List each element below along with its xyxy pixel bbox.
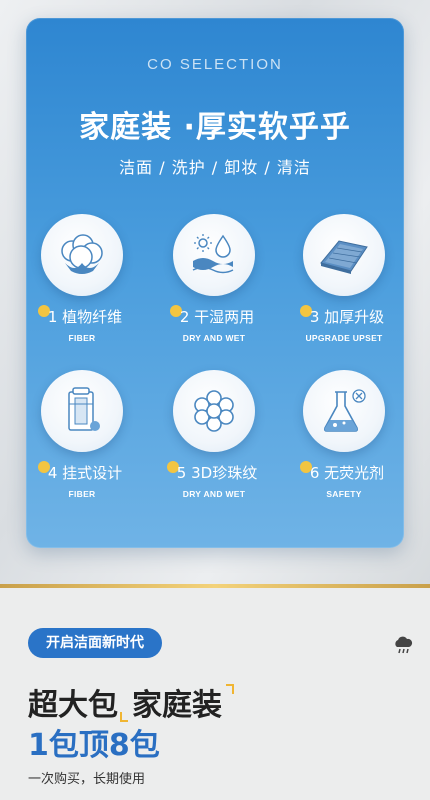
bracket-corner: [226, 684, 234, 694]
feature-title-6: 6 无荧光剂: [309, 464, 385, 482]
feature-title-3: 3 加厚升级: [309, 308, 385, 326]
feature-title-2: 2 干湿两用: [179, 308, 255, 326]
feature-item-6: 6 无荧光剂 SAFETY: [284, 370, 404, 499]
feature-item-5: 5 3D珍珠纹 DRY AND WET: [154, 370, 274, 499]
big-pack-text: 超大包: [28, 688, 118, 723]
cotton-icon: [41, 214, 123, 296]
headline-big-pack: 超大包 家庭装: [28, 680, 234, 724]
cloud-rain-icon: [392, 634, 414, 660]
sun-water-icon: [173, 214, 255, 296]
hanging-pack-icon: [41, 370, 123, 452]
brand-text: CO SELECTION: [147, 56, 283, 73]
feature-title-5: 5 3D珍珠纹: [176, 464, 258, 482]
feature-item-3: 3 加厚升级 UPGRADE UPSET: [284, 214, 404, 343]
feature-item-4: 4 挂式设计 FIBER: [22, 370, 142, 499]
usage-tags: 洁面 / 洗护 / 卸妆 / 清洁: [119, 158, 311, 177]
flask-icon: [303, 370, 385, 452]
headline: 家庭装 ·厚实软乎乎: [79, 110, 351, 145]
promo-section: 开启洁面新时代 超大包 家庭装 1包顶8包 一次购买，长期使用: [0, 588, 430, 800]
feature-subtitle-1: FIBER: [68, 333, 96, 343]
feature-subtitle-6: SAFETY: [326, 489, 362, 499]
pearl-pattern-icon: [173, 370, 255, 452]
one-equals-eight: 1包顶8包: [28, 728, 160, 763]
towel-icon: [303, 214, 385, 296]
feature-subtitle-3: UPGRADE UPSET: [305, 333, 383, 343]
family-pack-text: 家庭装: [132, 688, 222, 723]
feature-panel: CO SELECTION 家庭装 ·厚实软乎乎 洁面 / 洗护 / 卸妆 / 清…: [26, 18, 404, 548]
feature-subtitle-4: FIBER: [68, 489, 96, 499]
feature-item-2: 2 干湿两用 DRY AND WET: [154, 214, 274, 343]
feature-subtitle-5: DRY AND WET: [182, 489, 246, 499]
feature-subtitle-2: DRY AND WET: [182, 333, 246, 343]
feature-title-4: 4 挂式设计: [47, 464, 123, 482]
slogan-pill: 开启洁面新时代: [28, 628, 162, 658]
feature-item-1: 1 植物纤维 FIBER: [22, 214, 142, 343]
feature-title-1: 1 植物纤维: [47, 308, 123, 326]
purchase-note: 一次购买，长期使用: [28, 772, 146, 787]
